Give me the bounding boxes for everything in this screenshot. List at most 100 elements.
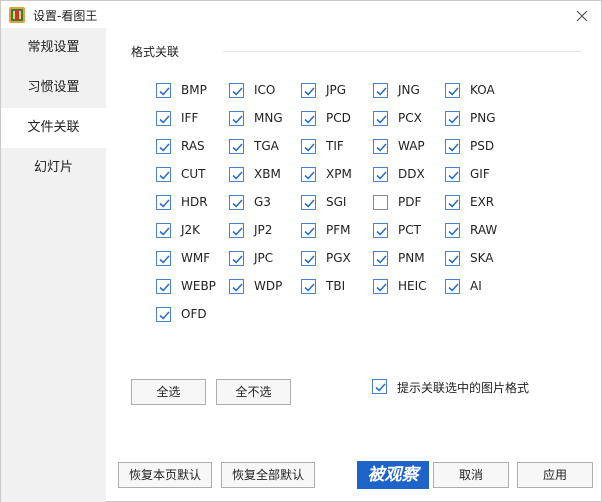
format-checkbox[interactable]	[301, 111, 316, 126]
format-option-ai[interactable]: AI	[445, 278, 515, 296]
format-option-jpc[interactable]: JPC	[229, 250, 299, 268]
select-none-button[interactable]: 全不选	[216, 379, 291, 405]
format-checkbox[interactable]	[229, 139, 244, 154]
sidebar-item-slideshow[interactable]: 幻灯片	[1, 148, 106, 188]
format-option-g3[interactable]: G3	[229, 194, 299, 212]
prompt-association-option[interactable]: 提示关联选中的图片格式	[372, 378, 572, 396]
format-checkbox[interactable]	[229, 223, 244, 238]
format-option-cut[interactable]: CUT	[156, 166, 226, 184]
format-option-ddx[interactable]: DDX	[373, 166, 443, 184]
format-checkbox[interactable]	[301, 223, 316, 238]
format-checkbox[interactable]	[373, 167, 388, 182]
format-checkbox[interactable]	[373, 139, 388, 154]
format-option-gif[interactable]: GIF	[445, 166, 515, 184]
format-checkbox[interactable]	[301, 279, 316, 294]
select-all-button[interactable]: 全选	[131, 379, 206, 405]
format-option-xpm[interactable]: XPM	[301, 166, 371, 184]
format-option-tbi[interactable]: TBI	[301, 278, 371, 296]
format-checkbox[interactable]	[229, 83, 244, 98]
format-checkbox[interactable]	[156, 279, 171, 294]
format-checkbox[interactable]	[301, 167, 316, 182]
restore-page-defaults-button[interactable]: 恢复本页默认	[118, 462, 212, 488]
format-option-jng[interactable]: JNG	[373, 82, 443, 100]
format-label: HEIC	[398, 279, 427, 293]
format-checkbox[interactable]	[229, 279, 244, 294]
format-checkbox[interactable]	[156, 167, 171, 182]
format-checkbox[interactable]	[373, 195, 388, 210]
format-option-koa[interactable]: KOA	[445, 82, 515, 100]
format-checkbox[interactable]	[156, 307, 171, 322]
format-checkbox[interactable]	[229, 195, 244, 210]
format-checkbox[interactable]	[156, 83, 171, 98]
format-label: PNG	[470, 111, 496, 125]
format-option-pct[interactable]: PCT	[373, 222, 443, 240]
format-option-exr[interactable]: EXR	[445, 194, 515, 212]
format-checkbox[interactable]	[373, 251, 388, 266]
format-option-iff[interactable]: IFF	[156, 110, 226, 128]
format-checkbox[interactable]	[301, 251, 316, 266]
format-option-tif[interactable]: TIF	[301, 138, 371, 156]
format-option-pgx[interactable]: PGX	[301, 250, 371, 268]
format-label: BMP	[181, 83, 207, 97]
format-checkbox[interactable]	[156, 195, 171, 210]
sidebar-item-label: 常规设置	[27, 40, 80, 55]
format-checkbox[interactable]	[445, 251, 460, 266]
cancel-button[interactable]: 取消	[433, 462, 509, 488]
format-option-j2k[interactable]: J2K	[156, 222, 226, 240]
format-checkbox[interactable]	[373, 223, 388, 238]
format-checkbox[interactable]	[156, 111, 171, 126]
format-option-pnm[interactable]: PNM	[373, 250, 443, 268]
format-checkbox[interactable]	[445, 223, 460, 238]
format-option-webp[interactable]: WEBP	[156, 278, 226, 296]
format-option-wmf[interactable]: WMF	[156, 250, 226, 268]
format-checkbox[interactable]	[373, 279, 388, 294]
close-icon[interactable]	[571, 5, 593, 27]
format-option-ska[interactable]: SKA	[445, 250, 515, 268]
format-checkbox[interactable]	[445, 139, 460, 154]
format-checkbox[interactable]	[301, 195, 316, 210]
format-option-pdf[interactable]: PDF	[373, 194, 443, 212]
format-checkbox[interactable]	[229, 111, 244, 126]
format-checkbox[interactable]	[373, 83, 388, 98]
format-checkbox[interactable]	[156, 251, 171, 266]
format-checkbox[interactable]	[445, 111, 460, 126]
format-option-wap[interactable]: WAP	[373, 138, 443, 156]
format-option-tga[interactable]: TGA	[229, 138, 299, 156]
format-option-hdr[interactable]: HDR	[156, 194, 226, 212]
format-option-psd[interactable]: PSD	[445, 138, 515, 156]
format-checkbox[interactable]	[445, 167, 460, 182]
format-option-png[interactable]: PNG	[445, 110, 515, 128]
format-option-heic[interactable]: HEIC	[373, 278, 443, 296]
format-checkbox[interactable]	[229, 251, 244, 266]
format-option-pcd[interactable]: PCD	[301, 110, 371, 128]
format-checkbox[interactable]	[156, 139, 171, 154]
format-option-mng[interactable]: MNG	[229, 110, 299, 128]
format-label: PFM	[326, 223, 351, 237]
format-option-wdp[interactable]: WDP	[229, 278, 299, 296]
sidebar-item-file-association[interactable]: 文件关联	[1, 108, 106, 148]
format-option-ofd[interactable]: OFD	[156, 306, 226, 324]
format-checkbox[interactable]	[301, 139, 316, 154]
format-option-jp2[interactable]: JP2	[229, 222, 299, 240]
format-option-sgi[interactable]: SGI	[301, 194, 371, 212]
format-checkbox[interactable]	[445, 195, 460, 210]
format-checkbox[interactable]	[301, 83, 316, 98]
format-option-bmp[interactable]: BMP	[156, 82, 226, 100]
format-option-ico[interactable]: ICO	[229, 82, 299, 100]
format-checkbox[interactable]	[445, 83, 460, 98]
format-checkbox[interactable]	[373, 111, 388, 126]
format-option-pfm[interactable]: PFM	[301, 222, 371, 240]
format-checkbox[interactable]	[445, 279, 460, 294]
format-option-ras[interactable]: RAS	[156, 138, 226, 156]
format-checkbox[interactable]	[156, 223, 171, 238]
format-option-jpg[interactable]: JPG	[301, 82, 371, 100]
sidebar-item-habits[interactable]: 习惯设置	[1, 68, 106, 108]
sidebar-item-general[interactable]: 常规设置	[1, 28, 106, 68]
prompt-association-checkbox[interactable]	[372, 379, 387, 394]
format-option-xbm[interactable]: XBM	[229, 166, 299, 184]
apply-button[interactable]: 应用	[517, 462, 593, 488]
format-option-raw[interactable]: RAW	[445, 222, 515, 240]
restore-all-defaults-button[interactable]: 恢复全部默认	[221, 462, 315, 488]
format-option-pcx[interactable]: PCX	[373, 110, 443, 128]
format-checkbox[interactable]	[229, 167, 244, 182]
